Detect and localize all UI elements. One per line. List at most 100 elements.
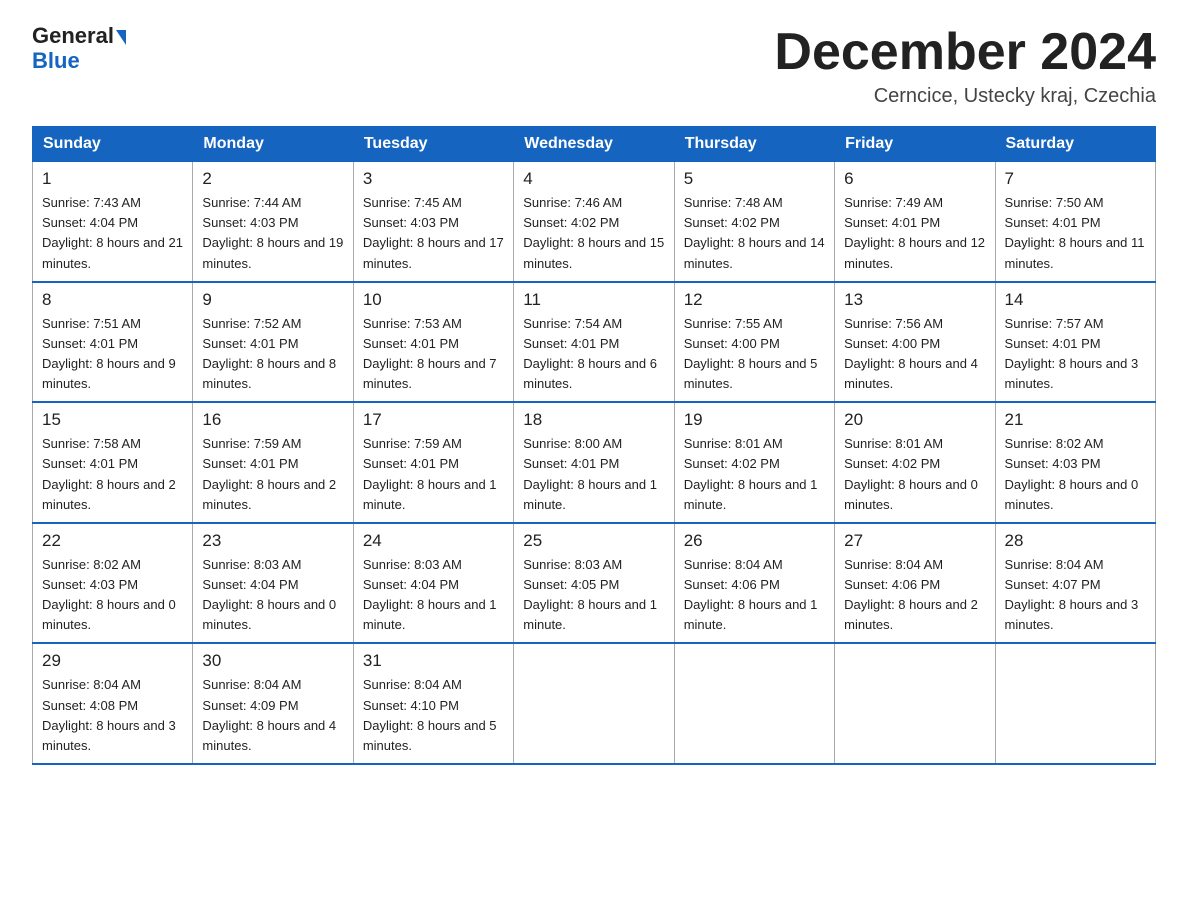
week-row-5: 29 Sunrise: 8:04 AM Sunset: 4:08 PM Dayl… bbox=[33, 643, 1156, 764]
calendar-table: Sunday Monday Tuesday Wednesday Thursday… bbox=[32, 126, 1156, 765]
col-monday: Monday bbox=[193, 127, 353, 162]
day-info: Sunrise: 7:45 AM Sunset: 4:03 PM Dayligh… bbox=[363, 193, 504, 274]
logo: General Blue bbox=[32, 24, 126, 74]
day-number: 25 bbox=[523, 531, 664, 551]
col-tuesday: Tuesday bbox=[353, 127, 513, 162]
day-number: 11 bbox=[523, 290, 664, 310]
day-cell: 25 Sunrise: 8:03 AM Sunset: 4:05 PM Dayl… bbox=[514, 523, 674, 644]
logo-general: General bbox=[32, 23, 126, 48]
col-wednesday: Wednesday bbox=[514, 127, 674, 162]
day-number: 9 bbox=[202, 290, 343, 310]
day-info: Sunrise: 8:02 AM Sunset: 4:03 PM Dayligh… bbox=[1005, 434, 1146, 515]
day-cell: 7 Sunrise: 7:50 AM Sunset: 4:01 PM Dayli… bbox=[995, 162, 1155, 282]
day-info: Sunrise: 8:04 AM Sunset: 4:07 PM Dayligh… bbox=[1005, 555, 1146, 636]
day-cell: 27 Sunrise: 8:04 AM Sunset: 4:06 PM Dayl… bbox=[835, 523, 995, 644]
day-info: Sunrise: 8:03 AM Sunset: 4:04 PM Dayligh… bbox=[363, 555, 504, 636]
day-number: 15 bbox=[42, 410, 183, 430]
day-cell: 29 Sunrise: 8:04 AM Sunset: 4:08 PM Dayl… bbox=[33, 643, 193, 764]
day-info: Sunrise: 7:49 AM Sunset: 4:01 PM Dayligh… bbox=[844, 193, 985, 274]
day-info: Sunrise: 8:03 AM Sunset: 4:04 PM Dayligh… bbox=[202, 555, 343, 636]
day-number: 19 bbox=[684, 410, 825, 430]
week-row-1: 1 Sunrise: 7:43 AM Sunset: 4:04 PM Dayli… bbox=[33, 162, 1156, 282]
day-info: Sunrise: 8:04 AM Sunset: 4:10 PM Dayligh… bbox=[363, 675, 504, 756]
day-cell bbox=[674, 643, 834, 764]
day-number: 24 bbox=[363, 531, 504, 551]
day-number: 27 bbox=[844, 531, 985, 551]
day-number: 6 bbox=[844, 169, 985, 189]
week-row-2: 8 Sunrise: 7:51 AM Sunset: 4:01 PM Dayli… bbox=[33, 282, 1156, 403]
day-cell: 15 Sunrise: 7:58 AM Sunset: 4:01 PM Dayl… bbox=[33, 402, 193, 523]
day-info: Sunrise: 7:52 AM Sunset: 4:01 PM Dayligh… bbox=[202, 314, 343, 395]
title-area: December 2024 Cerncice, Ustecky kraj, Cz… bbox=[774, 24, 1156, 108]
logo-bottom: Blue bbox=[32, 48, 80, 74]
day-cell bbox=[514, 643, 674, 764]
day-info: Sunrise: 8:04 AM Sunset: 4:06 PM Dayligh… bbox=[684, 555, 825, 636]
day-info: Sunrise: 7:54 AM Sunset: 4:01 PM Dayligh… bbox=[523, 314, 664, 395]
day-cell: 9 Sunrise: 7:52 AM Sunset: 4:01 PM Dayli… bbox=[193, 282, 353, 403]
day-cell: 5 Sunrise: 7:48 AM Sunset: 4:02 PM Dayli… bbox=[674, 162, 834, 282]
day-cell: 17 Sunrise: 7:59 AM Sunset: 4:01 PM Dayl… bbox=[353, 402, 513, 523]
day-info: Sunrise: 7:53 AM Sunset: 4:01 PM Dayligh… bbox=[363, 314, 504, 395]
day-number: 29 bbox=[42, 651, 183, 671]
day-cell: 12 Sunrise: 7:55 AM Sunset: 4:00 PM Dayl… bbox=[674, 282, 834, 403]
day-info: Sunrise: 7:56 AM Sunset: 4:00 PM Dayligh… bbox=[844, 314, 985, 395]
day-cell: 14 Sunrise: 7:57 AM Sunset: 4:01 PM Dayl… bbox=[995, 282, 1155, 403]
day-info: Sunrise: 7:57 AM Sunset: 4:01 PM Dayligh… bbox=[1005, 314, 1146, 395]
day-number: 30 bbox=[202, 651, 343, 671]
day-info: Sunrise: 8:00 AM Sunset: 4:01 PM Dayligh… bbox=[523, 434, 664, 515]
day-info: Sunrise: 7:46 AM Sunset: 4:02 PM Dayligh… bbox=[523, 193, 664, 274]
day-number: 23 bbox=[202, 531, 343, 551]
day-cell: 31 Sunrise: 8:04 AM Sunset: 4:10 PM Dayl… bbox=[353, 643, 513, 764]
day-number: 5 bbox=[684, 169, 825, 189]
day-number: 8 bbox=[42, 290, 183, 310]
col-saturday: Saturday bbox=[995, 127, 1155, 162]
calendar-title: December 2024 bbox=[774, 24, 1156, 81]
day-number: 26 bbox=[684, 531, 825, 551]
day-number: 14 bbox=[1005, 290, 1146, 310]
day-cell bbox=[995, 643, 1155, 764]
day-cell: 23 Sunrise: 8:03 AM Sunset: 4:04 PM Dayl… bbox=[193, 523, 353, 644]
day-number: 3 bbox=[363, 169, 504, 189]
calendar-subtitle: Cerncice, Ustecky kraj, Czechia bbox=[774, 85, 1156, 108]
day-info: Sunrise: 8:03 AM Sunset: 4:05 PM Dayligh… bbox=[523, 555, 664, 636]
logo-top: General bbox=[32, 24, 126, 48]
week-row-4: 22 Sunrise: 8:02 AM Sunset: 4:03 PM Dayl… bbox=[33, 523, 1156, 644]
header-row: Sunday Monday Tuesday Wednesday Thursday… bbox=[33, 127, 1156, 162]
day-info: Sunrise: 7:51 AM Sunset: 4:01 PM Dayligh… bbox=[42, 314, 183, 395]
day-cell: 2 Sunrise: 7:44 AM Sunset: 4:03 PM Dayli… bbox=[193, 162, 353, 282]
day-info: Sunrise: 7:59 AM Sunset: 4:01 PM Dayligh… bbox=[202, 434, 343, 515]
day-number: 13 bbox=[844, 290, 985, 310]
day-info: Sunrise: 8:04 AM Sunset: 4:08 PM Dayligh… bbox=[42, 675, 183, 756]
day-cell bbox=[835, 643, 995, 764]
day-cell: 16 Sunrise: 7:59 AM Sunset: 4:01 PM Dayl… bbox=[193, 402, 353, 523]
day-info: Sunrise: 7:58 AM Sunset: 4:01 PM Dayligh… bbox=[42, 434, 183, 515]
day-info: Sunrise: 7:50 AM Sunset: 4:01 PM Dayligh… bbox=[1005, 193, 1146, 274]
day-cell: 6 Sunrise: 7:49 AM Sunset: 4:01 PM Dayli… bbox=[835, 162, 995, 282]
header: General Blue December 2024 Cerncice, Ust… bbox=[32, 24, 1156, 108]
day-number: 2 bbox=[202, 169, 343, 189]
day-cell: 30 Sunrise: 8:04 AM Sunset: 4:09 PM Dayl… bbox=[193, 643, 353, 764]
day-cell: 20 Sunrise: 8:01 AM Sunset: 4:02 PM Dayl… bbox=[835, 402, 995, 523]
day-info: Sunrise: 7:43 AM Sunset: 4:04 PM Dayligh… bbox=[42, 193, 183, 274]
day-cell: 19 Sunrise: 8:01 AM Sunset: 4:02 PM Dayl… bbox=[674, 402, 834, 523]
col-thursday: Thursday bbox=[674, 127, 834, 162]
day-info: Sunrise: 8:01 AM Sunset: 4:02 PM Dayligh… bbox=[684, 434, 825, 515]
day-info: Sunrise: 8:02 AM Sunset: 4:03 PM Dayligh… bbox=[42, 555, 183, 636]
day-number: 21 bbox=[1005, 410, 1146, 430]
day-info: Sunrise: 7:44 AM Sunset: 4:03 PM Dayligh… bbox=[202, 193, 343, 274]
day-cell: 18 Sunrise: 8:00 AM Sunset: 4:01 PM Dayl… bbox=[514, 402, 674, 523]
day-number: 4 bbox=[523, 169, 664, 189]
day-info: Sunrise: 7:59 AM Sunset: 4:01 PM Dayligh… bbox=[363, 434, 504, 515]
day-cell: 28 Sunrise: 8:04 AM Sunset: 4:07 PM Dayl… bbox=[995, 523, 1155, 644]
day-number: 22 bbox=[42, 531, 183, 551]
col-friday: Friday bbox=[835, 127, 995, 162]
day-number: 17 bbox=[363, 410, 504, 430]
day-number: 16 bbox=[202, 410, 343, 430]
day-info: Sunrise: 8:04 AM Sunset: 4:09 PM Dayligh… bbox=[202, 675, 343, 756]
day-number: 1 bbox=[42, 169, 183, 189]
week-row-3: 15 Sunrise: 7:58 AM Sunset: 4:01 PM Dayl… bbox=[33, 402, 1156, 523]
day-info: Sunrise: 8:01 AM Sunset: 4:02 PM Dayligh… bbox=[844, 434, 985, 515]
day-cell: 22 Sunrise: 8:02 AM Sunset: 4:03 PM Dayl… bbox=[33, 523, 193, 644]
day-cell: 26 Sunrise: 8:04 AM Sunset: 4:06 PM Dayl… bbox=[674, 523, 834, 644]
day-number: 10 bbox=[363, 290, 504, 310]
